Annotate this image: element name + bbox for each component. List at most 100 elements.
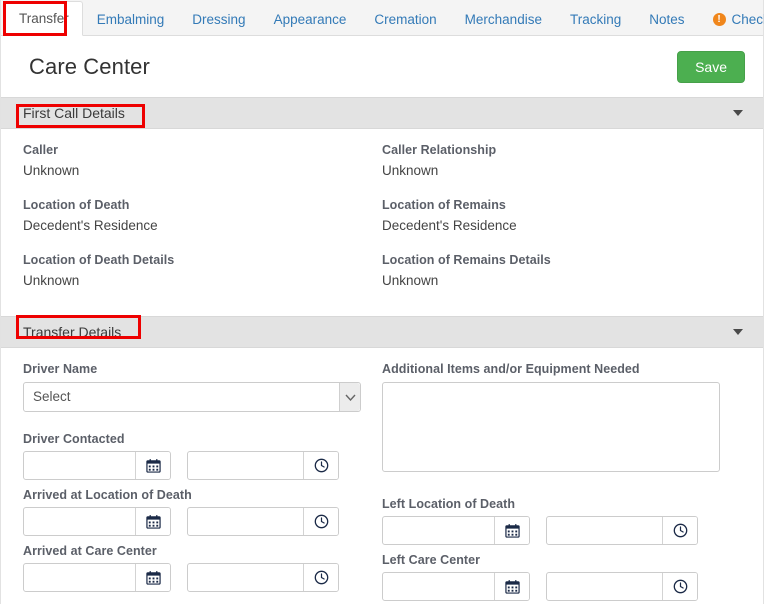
field-label: Location of Remains Details <box>382 253 551 267</box>
clock-icon[interactable] <box>662 517 697 544</box>
field-value: Decedent's Residence <box>23 218 158 233</box>
field-left-location-of-death: Left Location of Death <box>382 497 719 545</box>
field-value: Unknown <box>23 273 80 288</box>
calendar-icon[interactable] <box>494 517 529 544</box>
tab-label: Embalming <box>96 11 165 27</box>
section-body-first-call-details: Caller Unknown Caller Relationship Unkno… <box>1 129 763 316</box>
arrived-location-death-time-group[interactable] <box>187 507 339 536</box>
tab-notes[interactable]: Notes <box>635 1 698 36</box>
field-location-of-remains-details: Location of Remains Details Unknown <box>382 253 719 288</box>
field-left-care-center: Left Care Center <box>382 553 719 601</box>
arrived-care-center-time-group[interactable] <box>187 563 339 592</box>
driver-contacted-date-input[interactable] <box>24 452 135 479</box>
field-driver-name: Driver Name Select <box>23 362 361 412</box>
chevron-down-icon[interactable] <box>339 383 360 411</box>
field-caller-relationship: Caller Relationship Unknown <box>382 143 719 178</box>
field-arrived-at-care-center: Arrived at Care Center <box>23 544 360 592</box>
driver-name-select-wrapper[interactable]: Select <box>23 382 361 412</box>
driver-contacted-time-input[interactable] <box>188 452 303 479</box>
left-care-center-time-input[interactable] <box>547 573 662 600</box>
section-body-transfer-details: Driver Name Select Driver Contacted Arri… <box>1 348 763 604</box>
tab-label: Checklists <box>731 11 764 27</box>
tab-dressing[interactable]: Dressing <box>178 1 259 36</box>
page-title: Care Center <box>29 53 150 79</box>
section-header-first-call-details[interactable]: First Call Details <box>1 97 763 129</box>
tab-label: Cremation <box>374 11 437 27</box>
section-title: Transfer Details <box>23 324 122 340</box>
calendar-icon[interactable] <box>494 573 529 600</box>
tab-tracking[interactable]: Tracking <box>556 1 635 36</box>
tab-checklists[interactable]: ! Checklists <box>699 1 764 36</box>
field-label: Location of Death Details <box>23 253 175 267</box>
left-location-death-date-group[interactable] <box>382 516 530 545</box>
field-location-of-remains: Location of Remains Decedent's Residence <box>382 198 719 233</box>
driver-contacted-date-group[interactable] <box>23 451 171 480</box>
tab-transfer[interactable]: Transfer <box>5 1 83 36</box>
clock-icon[interactable] <box>303 452 338 479</box>
arrived-care-center-date-group[interactable] <box>23 563 171 592</box>
driver-contacted-time-group[interactable] <box>187 451 339 480</box>
tab-cremation[interactable]: Cremation <box>360 1 450 36</box>
driver-name-select[interactable]: Select <box>23 382 361 412</box>
transfer-col-right: Additional Items and/or Equipment Needed… <box>382 362 741 604</box>
field-value: Unknown <box>382 163 439 178</box>
field-label: Caller <box>23 143 59 157</box>
tab-label: Transfer <box>19 11 69 26</box>
left-location-death-date-input[interactable] <box>383 517 494 544</box>
arrived-location-death-date-input[interactable] <box>24 508 135 535</box>
datetime-row <box>382 516 719 545</box>
first-call-col-left: Location of Death Details Unknown <box>23 253 382 308</box>
field-value: Unknown <box>23 163 80 178</box>
transfer-row-1: Driver Name Select Driver Contacted Arri… <box>23 362 741 604</box>
left-location-death-time-input[interactable] <box>547 517 662 544</box>
main-tab-bar: Transfer Embalming Dressing Appearance C… <box>1 0 764 36</box>
section-title: First Call Details <box>23 105 125 121</box>
chevron-down-icon[interactable] <box>733 329 743 335</box>
tab-merchandise[interactable]: Merchandise <box>451 1 556 36</box>
arrived-care-center-time-input[interactable] <box>188 564 303 591</box>
left-location-death-time-group[interactable] <box>546 516 698 545</box>
first-call-col-right: Location of Remains Decedent's Residence <box>382 198 741 253</box>
calendar-icon[interactable] <box>135 452 170 479</box>
field-location-of-death-details: Location of Death Details Unknown <box>23 253 360 288</box>
tab-label: Notes <box>649 11 685 27</box>
tab-label: Merchandise <box>464 11 542 27</box>
datetime-row <box>23 451 360 480</box>
additional-items-textarea[interactable] <box>382 382 720 472</box>
arrived-location-death-date-group[interactable] <box>23 507 171 536</box>
field-label: Arrived at Care Center <box>23 544 157 558</box>
save-button[interactable]: Save <box>677 50 745 83</box>
section-header-transfer-details[interactable]: Transfer Details <box>1 316 763 348</box>
left-care-center-date-input[interactable] <box>383 573 494 600</box>
field-additional-items: Additional Items and/or Equipment Needed <box>382 362 720 477</box>
clock-icon[interactable] <box>303 564 338 591</box>
tab-appearance[interactable]: Appearance <box>260 1 361 36</box>
left-care-center-date-group[interactable] <box>382 572 530 601</box>
calendar-icon[interactable] <box>135 508 170 535</box>
care-center-page: Transfer Embalming Dressing Appearance C… <box>0 0 764 604</box>
first-call-col-right: Caller Relationship Unknown <box>382 143 741 198</box>
clock-icon[interactable] <box>662 573 697 600</box>
left-care-center-time-group[interactable] <box>546 572 698 601</box>
arrived-location-death-time-input[interactable] <box>188 508 303 535</box>
tab-label: Tracking <box>569 11 622 27</box>
first-call-row-2: Location of Death Decedent's Residence L… <box>23 198 741 253</box>
clock-icon[interactable] <box>303 508 338 535</box>
datetime-row <box>23 507 360 536</box>
field-caller: Caller Unknown <box>23 143 360 178</box>
transfer-col-left: Driver Name Select Driver Contacted Arri… <box>23 362 382 604</box>
field-label: Additional Items and/or Equipment Needed <box>382 362 640 376</box>
field-label: Location of Remains <box>382 198 506 212</box>
calendar-icon[interactable] <box>135 564 170 591</box>
chevron-down-icon[interactable] <box>733 110 743 116</box>
field-label: Driver Contacted <box>23 432 125 446</box>
first-call-col-left: Caller Unknown <box>23 143 382 198</box>
field-label: Location of Death <box>23 198 130 212</box>
tab-label: Appearance <box>273 11 347 27</box>
field-location-of-death: Location of Death Decedent's Residence <box>23 198 360 233</box>
first-call-col-right: Location of Remains Details Unknown <box>382 253 741 308</box>
arrived-care-center-date-input[interactable] <box>24 564 135 591</box>
first-call-col-left: Location of Death Decedent's Residence <box>23 198 382 253</box>
tab-embalming[interactable]: Embalming <box>83 1 179 36</box>
field-value: Decedent's Residence <box>382 218 517 233</box>
